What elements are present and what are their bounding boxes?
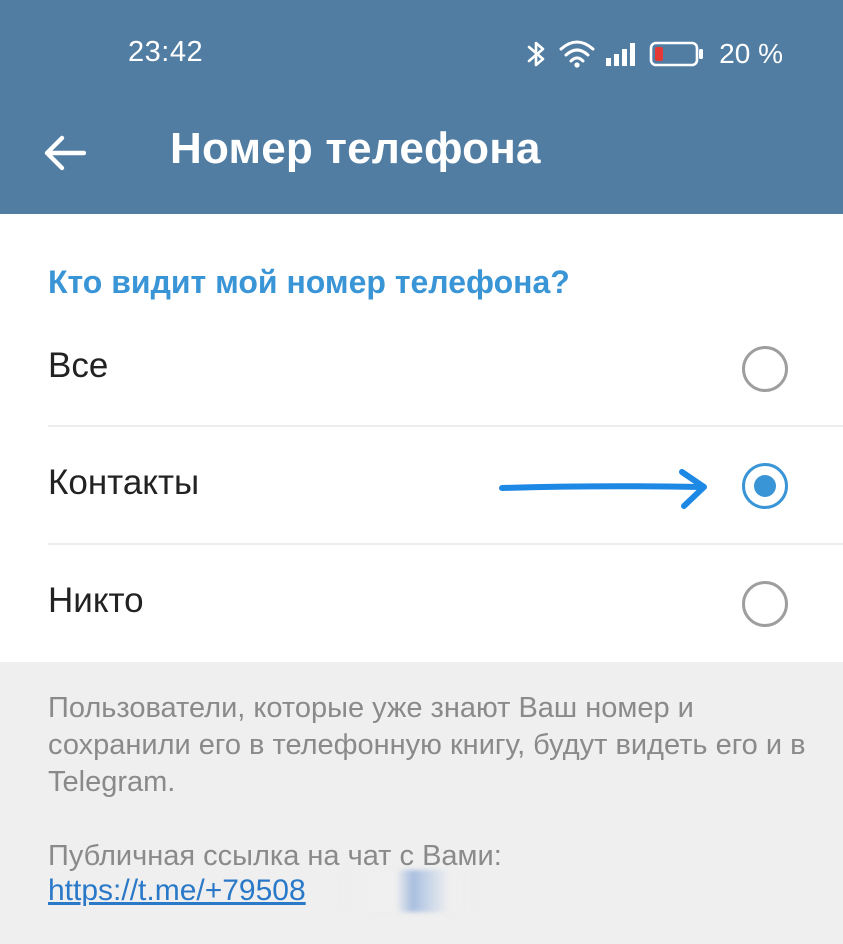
radio-dot (754, 475, 776, 497)
signal-icon (605, 41, 639, 67)
battery-low-icon (649, 40, 705, 68)
status-time: 23:42 (128, 36, 204, 68)
battery-percent: 20 % (719, 38, 783, 69)
back-button[interactable] (30, 118, 100, 188)
section-title: Кто видит мой номер телефона? (48, 264, 570, 300)
option-label: Контакты (48, 463, 200, 502)
top-app-bar: 23:42 20 % Номер телефона (0, 0, 843, 214)
arrow-left-icon (44, 135, 86, 171)
status-icons: 20 % (525, 36, 783, 72)
phone-number-privacy-screen: 23:42 20 % Номер телефона Кто видит мой … (0, 0, 843, 944)
wifi-icon (559, 39, 595, 69)
radio-button[interactable] (742, 346, 788, 392)
public-link[interactable]: https://t.me/+79508 (48, 872, 306, 909)
option-label: Никто (48, 581, 144, 620)
option-label: Все (48, 346, 109, 385)
page-title: Номер телефона (170, 124, 541, 173)
redacted-blur (340, 870, 480, 912)
radio-button[interactable] (742, 581, 788, 627)
option-everybody[interactable]: Все (0, 310, 843, 428)
option-contacts[interactable]: Контакты (0, 427, 843, 545)
radio-button-selected[interactable] (742, 463, 788, 509)
privacy-options-card: Кто видит мой номер телефона? Все Контак… (0, 214, 843, 662)
bluetooth-icon (525, 38, 549, 70)
privacy-description: Пользователи, которые уже знают Ваш номе… (48, 692, 806, 798)
option-nobody[interactable]: Никто (0, 545, 843, 663)
pointer-arrow-icon (498, 466, 714, 523)
